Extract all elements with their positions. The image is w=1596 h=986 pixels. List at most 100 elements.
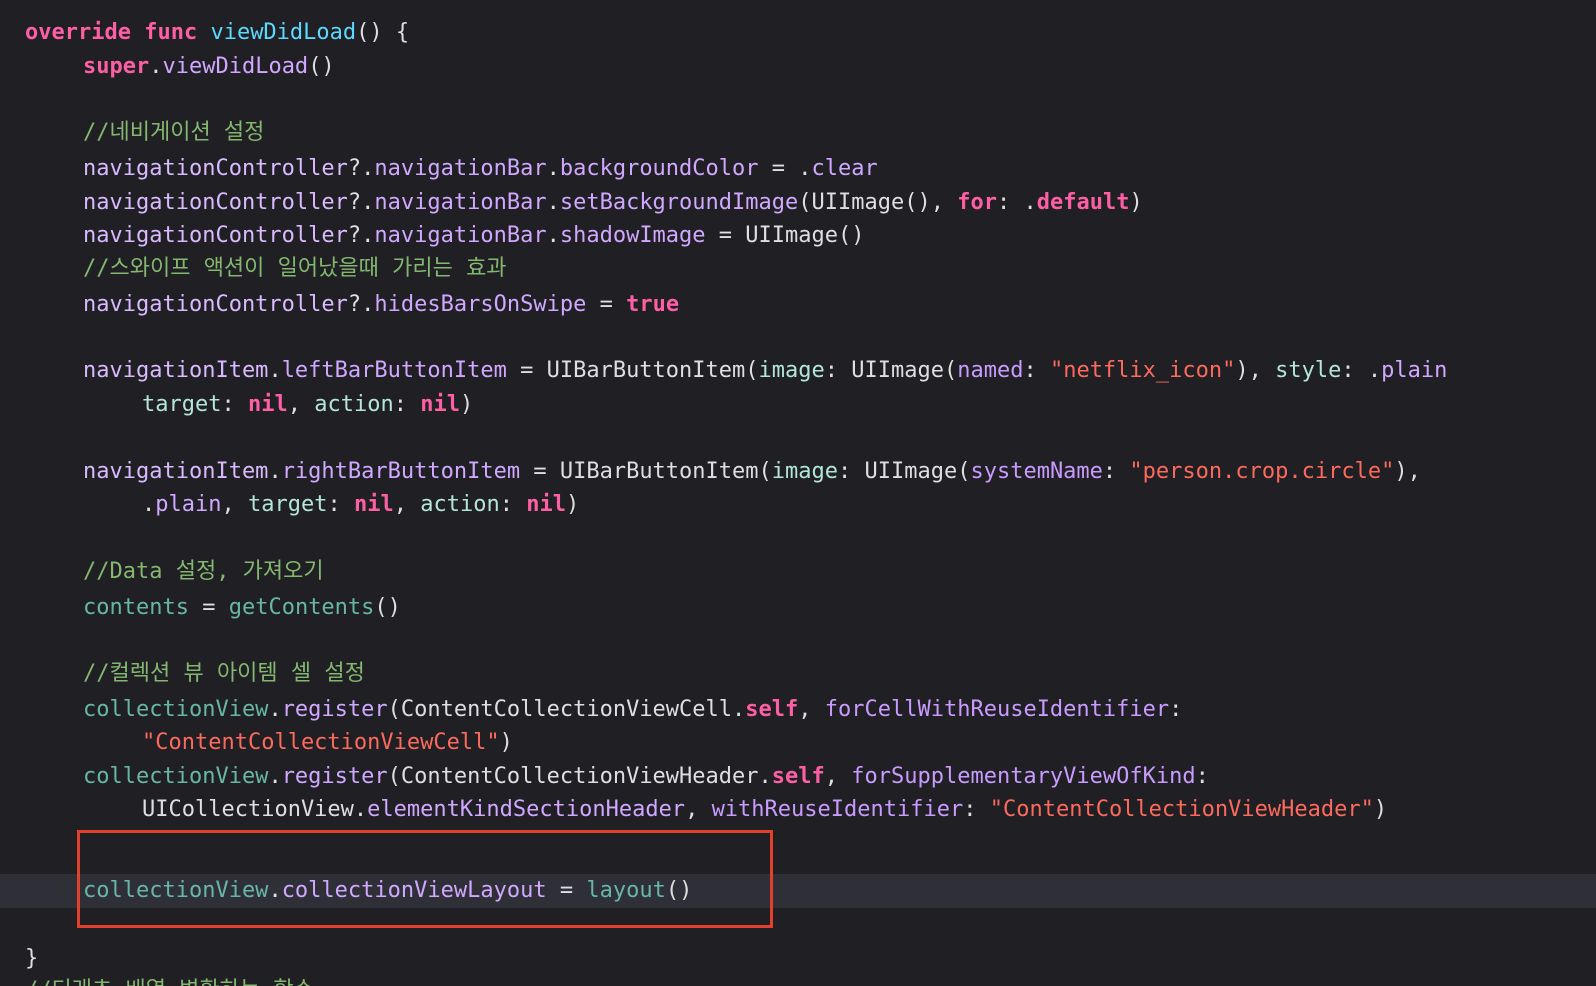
code-line[interactable]: .plain, target: nil, action: nil) [142, 488, 579, 521]
function-name: viewDidLoad [210, 20, 357, 45]
string-literal: "ContentCollectionViewHeader" [989, 797, 1374, 822]
punctuation: . [268, 358, 282, 383]
string-literal: "ContentCollectionViewCell" [142, 730, 500, 755]
punctuation: = UIBarButtonItem( [506, 358, 759, 383]
argument-label: forSupplementaryViewOfKind [851, 764, 1196, 789]
identifier: navigationController [83, 223, 348, 248]
punctuation: ?. [347, 223, 375, 248]
code-line[interactable]: navigationController?.navigationBar.back… [83, 152, 878, 185]
property: navigationBar [374, 190, 547, 215]
enum-value: plain [1381, 358, 1448, 383]
keyword: nil [247, 392, 288, 417]
argument-label: named [957, 358, 1024, 383]
punctuation: ) [459, 392, 474, 417]
code-line[interactable]: navigationItem.leftBarButtonItem = UIBar… [83, 354, 1447, 387]
identifier: navigationController [83, 156, 348, 181]
identifier: contents [83, 595, 189, 620]
method-call: register [281, 697, 388, 722]
property: rightBarButtonItem [281, 459, 521, 484]
punctuation: ) [499, 730, 513, 755]
punctuation: ), [1394, 459, 1435, 484]
punctuation: , [798, 697, 825, 722]
code-line[interactable]: navigationController?.hidesBarsOnSwipe =… [83, 288, 679, 321]
punctuation: ), [1235, 358, 1276, 383]
code-line[interactable]: override func viewDidLoad() { [25, 16, 409, 49]
code-comment[interactable]: //컬렉션 뷰 아이템 셀 설정 [83, 657, 365, 690]
property: hidesBarsOnSwipe [374, 292, 587, 317]
punctuation: ) [565, 492, 580, 517]
method-call: viewDidLoad [162, 54, 309, 79]
enum-value: plain [155, 492, 222, 517]
punctuation: () [374, 595, 401, 620]
keyword: default [1036, 190, 1130, 215]
punctuation: : [393, 392, 421, 417]
punctuation: . [268, 697, 282, 722]
punctuation: , [824, 764, 852, 789]
punctuation: = UIImage() [705, 223, 865, 248]
identifier: navigationController [83, 292, 348, 317]
code-comment[interactable]: //디래츠 배열 변환하는 함수 [25, 974, 314, 986]
annotation-highlight-box [77, 830, 773, 928]
keyword: self [745, 697, 799, 722]
code-line[interactable]: collectionView.register(ContentCollectio… [83, 760, 1209, 793]
punctuation: : [1195, 764, 1209, 789]
property: navigationBar [374, 156, 547, 181]
property: backgroundColor [559, 156, 759, 181]
argument-label: image [758, 358, 825, 383]
punctuation: . [268, 764, 282, 789]
punctuation: . [353, 797, 368, 822]
code-line[interactable]: UICollectionView.elementKindSectionHeade… [142, 793, 1387, 826]
comment-text: //컬렉션 뷰 아이템 셀 설정 [83, 661, 365, 686]
code-comment[interactable]: //스와이프 액션이 일어났을때 가리는 효과 [83, 252, 507, 285]
code-comment[interactable]: //Data 설정, 가져오기 [83, 555, 324, 588]
punctuation: ?. [347, 190, 375, 215]
punctuation: : [1102, 459, 1130, 484]
code-line[interactable]: "ContentCollectionViewCell") [142, 726, 513, 759]
punctuation: : . [996, 190, 1037, 215]
punctuation: ?. [347, 156, 375, 181]
function-call: getContents [228, 595, 375, 620]
keyword: for [957, 190, 997, 215]
closing-brace: } [25, 946, 39, 971]
punctuation: = [586, 292, 627, 317]
punctuation: () [308, 54, 335, 79]
code-line[interactable]: target: nil, action: nil) [142, 388, 473, 421]
punctuation: : [963, 797, 990, 822]
punctuation: , [221, 492, 248, 517]
code-editor[interactable]: override func viewDidLoad() { super.view… [0, 0, 1596, 986]
punctuation: . [546, 190, 560, 215]
keyword: override [25, 20, 131, 45]
keyword: nil [353, 492, 394, 517]
identifier: navigationController [83, 190, 348, 215]
punctuation: : UIImage( [838, 459, 971, 484]
punctuation: . [546, 156, 560, 181]
code-line[interactable]: } [25, 942, 38, 975]
argument-label: target [247, 492, 328, 517]
argument-label: systemName [970, 459, 1103, 484]
punctuation: : [499, 492, 527, 517]
punctuation: () { [356, 20, 410, 45]
code-line[interactable]: navigationController?.navigationBar.shad… [83, 219, 865, 252]
punctuation: , [393, 492, 421, 517]
identifier: collectionView [83, 764, 269, 789]
punctuation: . [268, 459, 282, 484]
argument-label: action [420, 492, 500, 517]
code-line[interactable]: collectionView.register(ContentCollectio… [83, 693, 1182, 726]
punctuation: ?. [347, 292, 375, 317]
punctuation: , [287, 392, 315, 417]
code-comment[interactable]: //네비게이션 설정 [83, 116, 264, 149]
property: leftBarButtonItem [281, 358, 507, 383]
punctuation: , [685, 797, 712, 822]
punctuation: : [221, 392, 248, 417]
keyword: nil [526, 492, 566, 517]
punctuation: ) [1129, 190, 1143, 215]
code-line[interactable]: navigationItem.rightBarButtonItem = UIBa… [83, 455, 1434, 488]
code-line[interactable]: navigationController?.navigationBar.setB… [83, 186, 1143, 219]
argument-label: forCellWithReuseIdentifier [824, 697, 1170, 722]
argument-label: withReuseIdentifier [711, 797, 964, 822]
identifier: navigationItem [83, 358, 269, 383]
type-name: UICollectionView [142, 797, 354, 822]
keyword: func [144, 20, 198, 45]
code-line[interactable]: contents = getContents() [83, 591, 401, 624]
code-line[interactable]: super.viewDidLoad() [83, 50, 335, 83]
